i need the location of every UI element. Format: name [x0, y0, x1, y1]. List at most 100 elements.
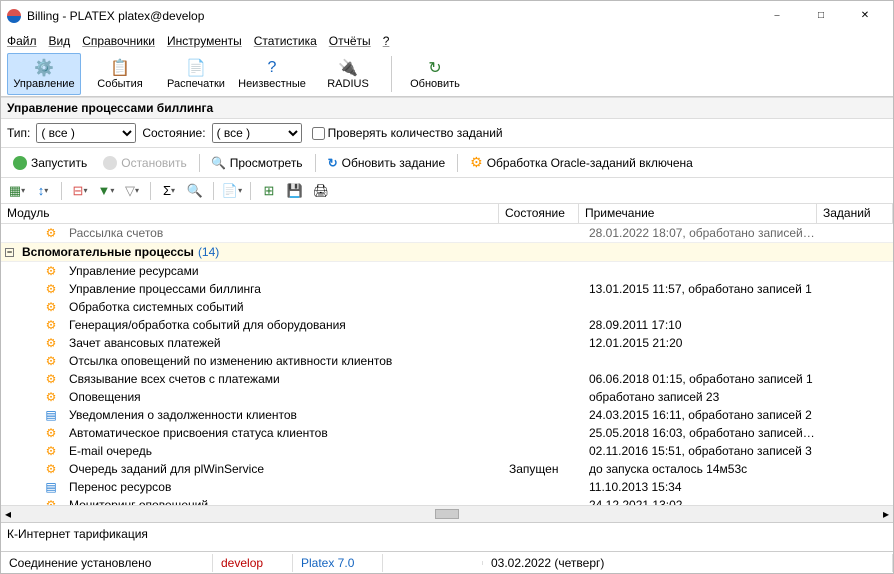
- row-name: Уведомления о задолженности клиентов: [63, 408, 503, 422]
- row-name: Управление процессами биллинга: [63, 282, 503, 296]
- list-icon: 📋: [110, 58, 130, 78]
- menu-directories[interactable]: Справочники: [82, 34, 155, 48]
- menu-statistics[interactable]: Статистика: [254, 34, 317, 48]
- gear-icon: ⚙: [470, 154, 483, 171]
- row-note: 13.01.2015 11:57, обработано записей 1: [583, 282, 821, 296]
- info-line: К-Интернет тарификация: [1, 523, 893, 551]
- col-state[interactable]: Состояние: [499, 204, 579, 223]
- toolbar-manage[interactable]: ⚙️ Управление: [7, 53, 81, 95]
- col-module[interactable]: Модуль: [1, 204, 499, 223]
- filter-funnel-icon[interactable]: ▼: [96, 182, 116, 200]
- row-note: 25.05.2018 16:03, обработано записей 18.…: [583, 426, 821, 440]
- save-icon[interactable]: 💾: [285, 182, 305, 200]
- run-button[interactable]: Запустить: [7, 154, 93, 172]
- minimize-button[interactable]: –: [755, 2, 799, 30]
- state-label: Состояние:: [142, 126, 205, 140]
- status-date: 03.02.2022 (четверг): [483, 554, 893, 572]
- status-spacer: [383, 561, 483, 565]
- filter-clear-icon[interactable]: ▽: [122, 182, 142, 200]
- row-state: Запущен: [503, 462, 583, 476]
- collapse-icon[interactable]: −: [5, 248, 14, 257]
- gear-icon: ⚙: [43, 372, 59, 386]
- grid-body[interactable]: ⚙ Рассылка счетов 28.01.2022 18:07, обра…: [1, 224, 893, 505]
- gear-icon: ⚙: [43, 226, 59, 240]
- filter-bar: Тип: ( все ) Состояние: ( все ) Проверят…: [1, 119, 893, 148]
- menubar: Файл Вид Справочники Инструменты Статист…: [1, 31, 893, 51]
- main-toolbar: ⚙️ Управление 📋 События 📄 Распечатки ? Н…: [1, 51, 893, 97]
- close-button[interactable]: ✕: [843, 2, 887, 30]
- toolbar-unknown[interactable]: ? Неизвестные: [235, 53, 309, 95]
- document-icon: ▤: [43, 480, 59, 494]
- state-select[interactable]: ( все ): [212, 123, 302, 143]
- scrollbar-thumb[interactable]: [435, 509, 459, 519]
- window-title: Billing - PLATEX platex@develop: [27, 9, 755, 23]
- col-note[interactable]: Примечание: [579, 204, 817, 223]
- table-row[interactable]: ⚙Генерация/обработка событий для оборудо…: [1, 316, 893, 334]
- table-row[interactable]: ⚙Управление процессами биллинга13.01.201…: [1, 280, 893, 298]
- horizontal-scrollbar[interactable]: ◂ ▸: [1, 505, 893, 522]
- table-row[interactable]: ⚙Связывание всех счетов с платежами06.06…: [1, 370, 893, 388]
- table-row[interactable]: ⚙ Рассылка счетов 28.01.2022 18:07, обра…: [1, 224, 893, 242]
- menu-tools[interactable]: Инструменты: [167, 34, 242, 48]
- app-window: Billing - PLATEX platex@develop – □ ✕ Фа…: [0, 0, 894, 574]
- gear-icon: ⚙: [43, 498, 59, 505]
- table-row[interactable]: ⚙Мониторинг оповещений24.12.2021 13:02: [1, 496, 893, 505]
- table-row[interactable]: ⚙Оповещенияобработано записей 23: [1, 388, 893, 406]
- table-row[interactable]: ⚙Управление ресурсами: [1, 262, 893, 280]
- toolbar-refresh[interactable]: ↻ Обновить: [398, 53, 472, 95]
- toolbar-printouts[interactable]: 📄 Распечатки: [159, 53, 233, 95]
- toolbar-radius[interactable]: 🔌 RADIUS: [311, 53, 385, 95]
- group-header[interactable]: − Вспомогательные процессы (14): [1, 242, 893, 262]
- status-db: develop: [213, 554, 293, 572]
- export-excel-icon[interactable]: ⊞: [259, 182, 279, 200]
- table-row[interactable]: ⚙Отсылка оповещений по изменению активно…: [1, 352, 893, 370]
- section-title: Управление процессами биллинга: [1, 97, 893, 119]
- type-label: Тип:: [7, 126, 30, 140]
- refresh-icon: ↻: [425, 58, 445, 78]
- columns-icon[interactable]: ▦: [7, 182, 27, 200]
- type-select[interactable]: ( все ): [36, 123, 136, 143]
- row-note: 02.11.2016 15:51, обработано записей 3: [583, 444, 821, 458]
- row-name: Обработка системных событий: [63, 300, 503, 314]
- table-row[interactable]: ⚙Очередь заданий для plWinServiceЗапущен…: [1, 460, 893, 478]
- row-name: E-mail очередь: [63, 444, 503, 458]
- table-row[interactable]: ▤ Уведомления о задолженности клиентов 24.…: [1, 406, 893, 424]
- row-name: Управление ресурсами: [63, 264, 503, 278]
- find-icon[interactable]: 🔍: [185, 182, 205, 200]
- sort-icon[interactable]: ↕: [33, 182, 53, 200]
- table-row[interactable]: ⚙Зачет авансовых платежей12.01.2015 21:2…: [1, 334, 893, 352]
- action-bar: Запустить Остановить 🔍Просмотреть ↻Обнов…: [1, 148, 893, 178]
- col-tasks[interactable]: Заданий: [817, 204, 893, 223]
- sum-icon[interactable]: Σ: [159, 182, 179, 200]
- row-name: Оповещения: [63, 390, 503, 404]
- document-icon: ▤: [43, 408, 59, 422]
- grid-toolbar: ▦ ↕ ⊟ ▼ ▽ Σ 🔍 📄 ⊞ 💾 🖨: [1, 178, 893, 204]
- table-row[interactable]: ▤Перенос ресурсов11.10.2013 15:34: [1, 478, 893, 496]
- print-icon[interactable]: 🖨: [311, 182, 331, 200]
- maximize-button[interactable]: □: [799, 2, 843, 30]
- view-button[interactable]: 🔍Просмотреть: [206, 154, 309, 172]
- status-bar: Соединение установлено develop Platex 7.…: [1, 551, 893, 573]
- stop-button[interactable]: Остановить: [97, 154, 193, 172]
- toolbar-events[interactable]: 📋 События: [83, 53, 157, 95]
- refresh-icon: ↻: [328, 156, 338, 170]
- table-row[interactable]: ⚙Автоматическое присвоения статуса клиен…: [1, 424, 893, 442]
- tree-icon[interactable]: ⊟: [70, 182, 90, 200]
- check-tasks-checkbox[interactable]: [312, 127, 325, 140]
- titlebar: Billing - PLATEX platex@develop – □ ✕: [1, 1, 893, 31]
- menu-view[interactable]: Вид: [49, 34, 71, 48]
- plug-icon: 🔌: [338, 58, 358, 78]
- menu-file[interactable]: Файл: [7, 34, 37, 48]
- magnifier-icon: 🔍: [212, 156, 226, 170]
- menu-reports[interactable]: Отчёты: [329, 34, 371, 48]
- oracle-toggle[interactable]: ⚙Обработка Oracle-заданий включена: [464, 152, 699, 173]
- row-note: 24.03.2015 16:11, обработано записей 2: [583, 408, 821, 422]
- row-note: 12.01.2015 21:20: [583, 336, 821, 350]
- table-row[interactable]: ⚙E-mail очередь02.11.2016 15:51, обработ…: [1, 442, 893, 460]
- check-tasks-label[interactable]: Проверять количество заданий: [308, 126, 503, 140]
- copy-icon[interactable]: 📄: [222, 182, 242, 200]
- menu-help[interactable]: ?: [383, 34, 390, 48]
- table-row[interactable]: ⚙Обработка системных событий: [1, 298, 893, 316]
- refresh-task-button[interactable]: ↻Обновить задание: [322, 154, 452, 172]
- question-icon: ?: [262, 58, 282, 78]
